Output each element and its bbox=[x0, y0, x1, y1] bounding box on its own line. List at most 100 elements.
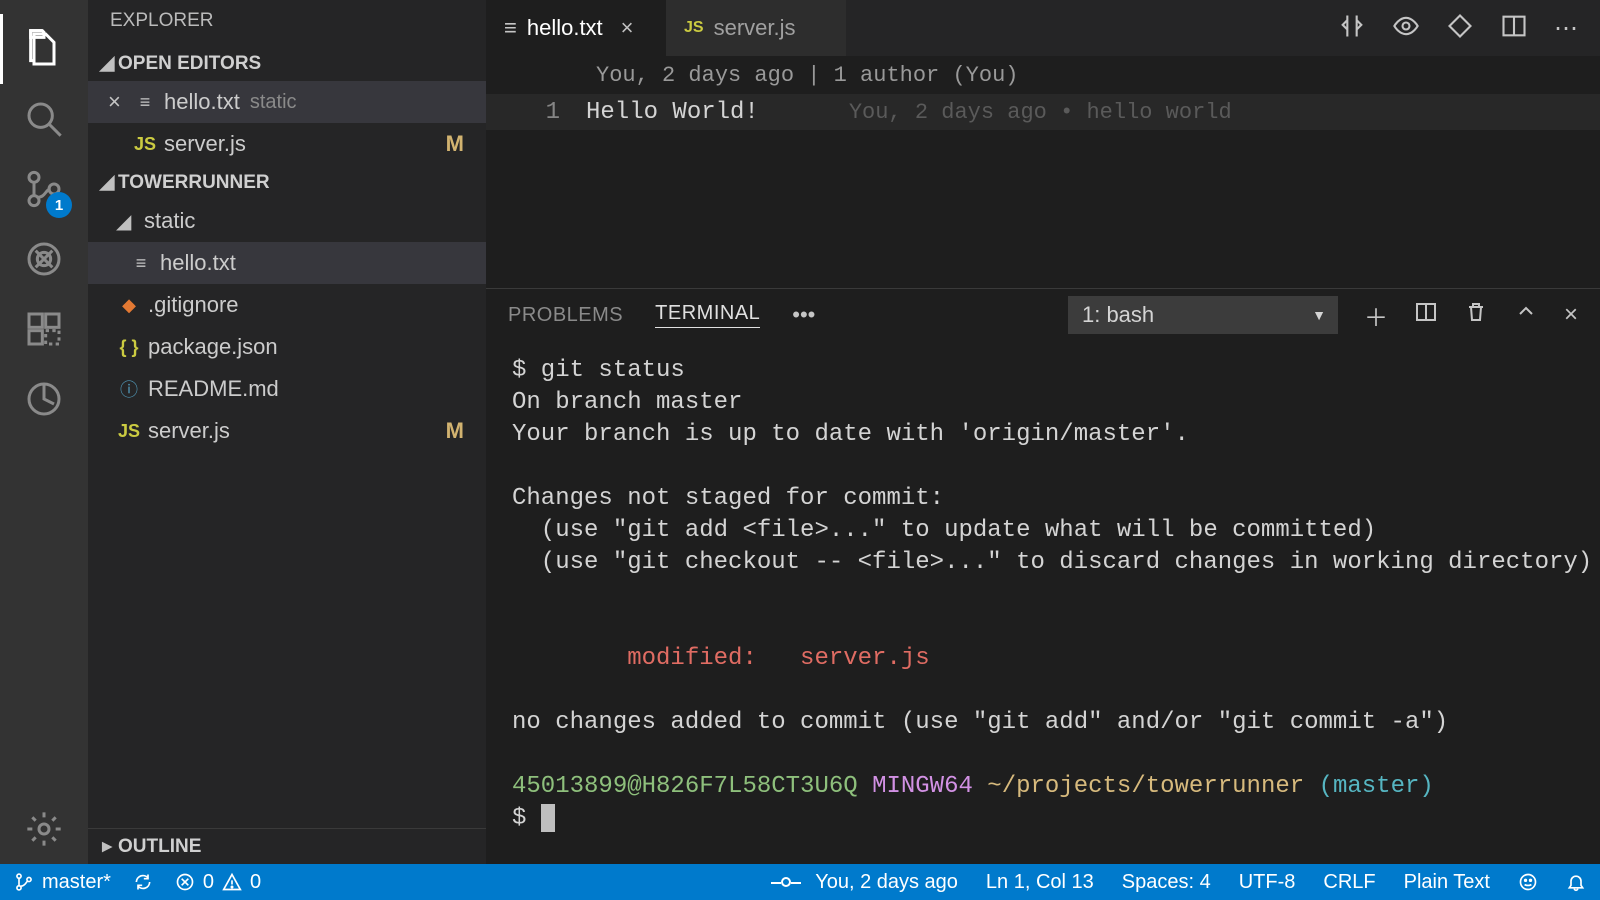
tab-label: server.js bbox=[714, 15, 796, 41]
open-editor-item[interactable]: × ≡ hello.txt static bbox=[88, 81, 486, 123]
prompt-path: ~/projects/towerrunner bbox=[987, 773, 1304, 800]
activity-settings[interactable] bbox=[0, 794, 88, 864]
more-icon[interactable]: ••• bbox=[792, 302, 815, 328]
close-icon[interactable]: × bbox=[621, 15, 634, 41]
error-count: 0 bbox=[203, 871, 214, 894]
terminal-select[interactable]: 1: bash bbox=[1068, 296, 1338, 334]
workspace-label: TOWERRUNNER bbox=[118, 172, 270, 194]
textfile-icon: ≡ bbox=[504, 15, 517, 41]
file-row[interactable]: ≡ hello.txt bbox=[88, 242, 486, 284]
activity-gitlens[interactable] bbox=[0, 364, 88, 434]
terminal-line: no changes added to commit (use "git add… bbox=[512, 707, 1574, 739]
terminal-line: Your branch is up to date with 'origin/m… bbox=[512, 419, 1574, 451]
file-row[interactable]: JS server.js M bbox=[88, 410, 486, 452]
panel-tabs: PROBLEMS TERMINAL ••• 1: bash ＋ × bbox=[486, 289, 1600, 341]
git-icon: ◆ bbox=[116, 295, 142, 316]
terminal-line: modified: server.js bbox=[512, 643, 1574, 675]
maximize-panel-icon[interactable] bbox=[1514, 300, 1538, 331]
file-name: package.json bbox=[148, 334, 278, 360]
file-row[interactable]: ⓘ README.md bbox=[88, 368, 486, 410]
more-icon[interactable]: ⋯ bbox=[1554, 14, 1578, 43]
file-name: hello.txt bbox=[164, 89, 240, 115]
split-editor-icon[interactable] bbox=[1500, 12, 1528, 45]
terminal-line: Changes not staged for commit: bbox=[512, 483, 1574, 515]
status-blame[interactable]: You, 2 days ago bbox=[781, 871, 958, 894]
editor-body[interactable]: You, 2 days ago | 1 author (You) 1 Hello… bbox=[486, 56, 1600, 288]
code-text: Hello World! bbox=[586, 99, 759, 126]
code-line[interactable]: 1 Hello World! You, 2 days ago • hello w… bbox=[486, 94, 1600, 130]
prompt-sys: MINGW64 bbox=[872, 773, 973, 800]
status-problems[interactable]: 0 0 bbox=[175, 871, 261, 894]
tab-server[interactable]: JS server.js bbox=[666, 0, 846, 56]
open-editor-item[interactable]: JS server.js M bbox=[88, 123, 486, 165]
kill-terminal-icon[interactable] bbox=[1464, 300, 1488, 331]
file-name: README.md bbox=[148, 376, 279, 402]
workspace-header[interactable]: ◢ TOWERRUNNER bbox=[88, 165, 486, 200]
warning-count: 0 bbox=[250, 871, 261, 894]
open-editors-label: OPEN EDITORS bbox=[118, 53, 261, 75]
folder-name: static bbox=[144, 208, 195, 234]
activity-debug[interactable] bbox=[0, 224, 88, 294]
prompt-user: 45013899@H826F7L58CT3U6Q bbox=[512, 773, 858, 800]
compare-icon[interactable] bbox=[1338, 12, 1366, 45]
new-terminal-icon[interactable]: ＋ bbox=[1364, 298, 1388, 333]
terminal-line: (use "git add <file>..." to update what … bbox=[512, 515, 1574, 547]
terminal-line: (use "git checkout -- <file>..." to disc… bbox=[512, 547, 1574, 579]
open-editors-header[interactable]: ◢ OPEN EDITORS bbox=[88, 46, 486, 81]
activity-explorer[interactable] bbox=[0, 14, 88, 84]
info-icon: ⓘ bbox=[116, 376, 142, 402]
blame-label: You, 2 days ago bbox=[815, 871, 958, 894]
status-notifications[interactable] bbox=[1566, 872, 1586, 892]
editor-area: ≡ hello.txt × JS server.js ⋯ You, 2 days… bbox=[486, 0, 1600, 864]
chevron-down-icon: ◢ bbox=[116, 209, 138, 234]
activity-search[interactable] bbox=[0, 84, 88, 154]
status-eol[interactable]: CRLF bbox=[1323, 871, 1375, 894]
json-icon: { } bbox=[116, 337, 142, 358]
panel-tab-problems[interactable]: PROBLEMS bbox=[508, 304, 623, 327]
tab-label: hello.txt bbox=[527, 15, 603, 41]
activity-source-control[interactable]: 1 bbox=[0, 154, 88, 224]
file-name: server.js bbox=[148, 418, 230, 444]
js-icon: JS bbox=[116, 421, 142, 442]
file-row[interactable]: { } package.json bbox=[88, 326, 486, 368]
js-icon: JS bbox=[132, 134, 158, 155]
inline-blame: You, 2 days ago • hello world bbox=[849, 100, 1232, 125]
editor-actions: ⋯ bbox=[1338, 0, 1600, 56]
terminal-line: On branch master bbox=[512, 387, 1574, 419]
scm-badge: 1 bbox=[46, 192, 72, 218]
chevron-down-icon: ◢ bbox=[96, 171, 118, 194]
outline-label: OUTLINE bbox=[118, 836, 201, 858]
sidebar-title: EXPLORER bbox=[88, 0, 486, 46]
close-icon[interactable]: × bbox=[108, 89, 132, 115]
status-encoding[interactable]: UTF-8 bbox=[1239, 871, 1296, 894]
branch-label: master* bbox=[42, 871, 111, 894]
eye-icon[interactable] bbox=[1392, 12, 1420, 45]
tab-hello[interactable]: ≡ hello.txt × bbox=[486, 0, 666, 56]
split-terminal-icon[interactable] bbox=[1414, 300, 1438, 331]
activity-bar: 1 bbox=[0, 0, 88, 864]
tab-bar: ≡ hello.txt × JS server.js ⋯ bbox=[486, 0, 1600, 56]
activity-extensions[interactable] bbox=[0, 294, 88, 364]
status-lang[interactable]: Plain Text bbox=[1404, 871, 1490, 894]
textfile-icon: ≡ bbox=[128, 253, 154, 274]
status-feedback[interactable] bbox=[1518, 872, 1538, 892]
chevron-down-icon: ◢ bbox=[96, 52, 118, 75]
status-spaces[interactable]: Spaces: 4 bbox=[1122, 871, 1211, 894]
bottom-panel: PROBLEMS TERMINAL ••• 1: bash ＋ × $ git … bbox=[486, 288, 1600, 864]
outline-header[interactable]: ▸ OUTLINE bbox=[88, 828, 486, 864]
prompt-char: $ bbox=[512, 805, 526, 832]
close-panel-icon[interactable]: × bbox=[1564, 301, 1578, 329]
explorer-sidebar: EXPLORER ◢ OPEN EDITORS × ≡ hello.txt st… bbox=[88, 0, 486, 864]
status-cursor[interactable]: Ln 1, Col 13 bbox=[986, 871, 1094, 894]
folder-row[interactable]: ◢ static bbox=[88, 200, 486, 242]
status-branch[interactable]: master* bbox=[14, 871, 111, 894]
terminal-input-line[interactable]: $ bbox=[512, 803, 1574, 835]
file-row[interactable]: ◆ .gitignore bbox=[88, 284, 486, 326]
terminal-cursor bbox=[541, 804, 555, 832]
status-sync[interactable] bbox=[133, 872, 153, 892]
terminal[interactable]: $ git status On branch master Your branc… bbox=[486, 341, 1600, 864]
diamond-icon[interactable] bbox=[1446, 12, 1474, 45]
panel-tab-terminal[interactable]: TERMINAL bbox=[655, 302, 760, 328]
codelens[interactable]: You, 2 days ago | 1 author (You) bbox=[486, 56, 1600, 94]
textfile-icon: ≡ bbox=[132, 92, 158, 113]
